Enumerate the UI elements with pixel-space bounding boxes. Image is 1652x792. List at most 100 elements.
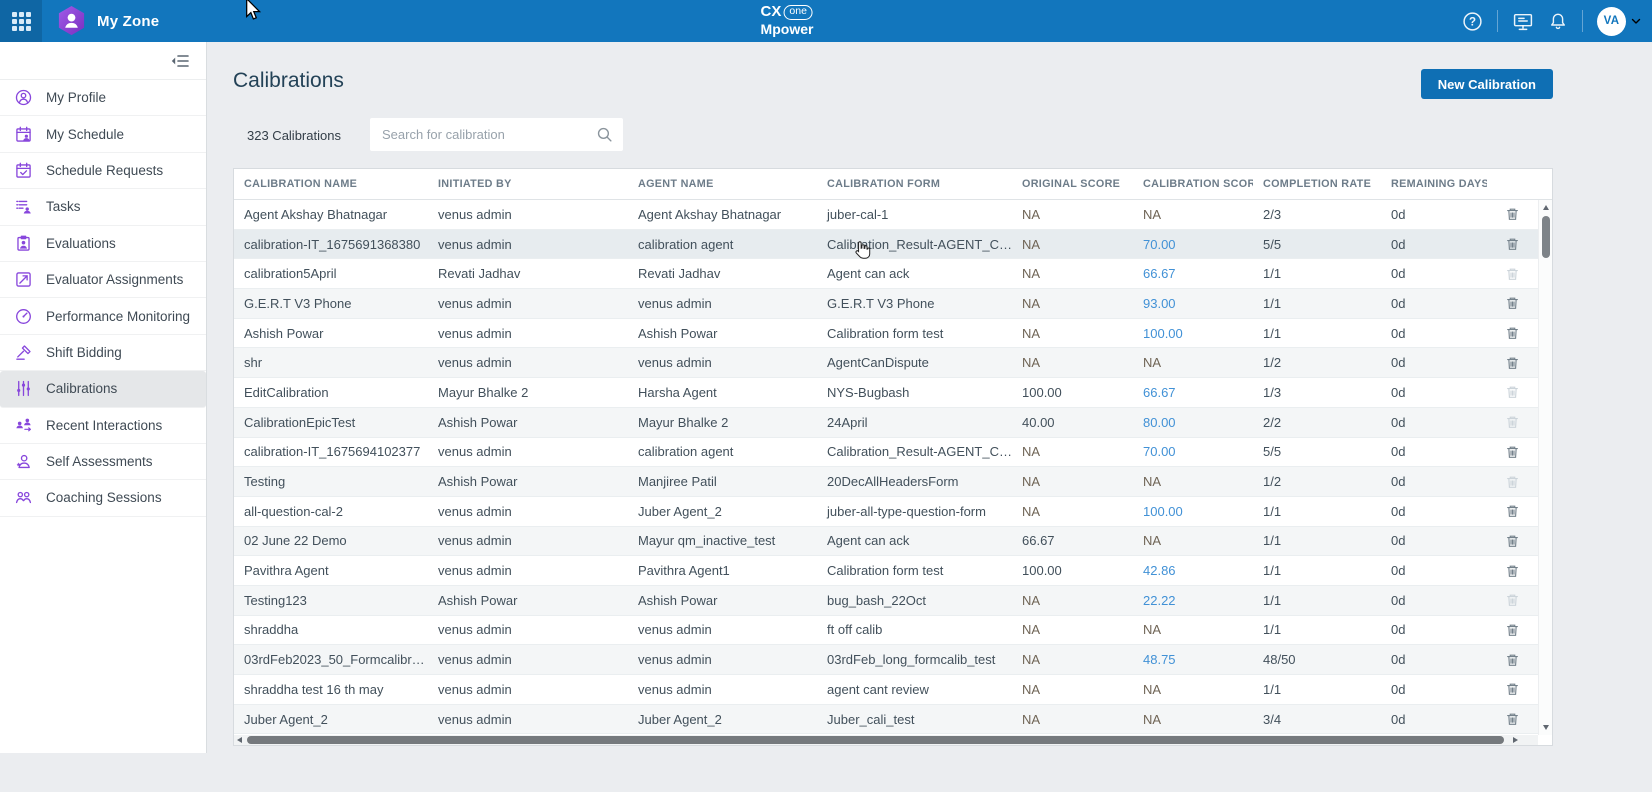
sidebar-item-evaluations[interactable]: Evaluations	[0, 226, 206, 262]
table-row[interactable]: 03rdFeb2023_50_Formcalibratio...venus ad…	[234, 645, 1538, 675]
vertical-scroll-thumb[interactable]	[1542, 216, 1550, 258]
delete-calibration-icon[interactable]	[1503, 323, 1522, 343]
cell-calibration-form: 20DecAllHeadersForm	[817, 474, 1012, 489]
cell-name: shraddha	[234, 622, 428, 637]
cell-calibration-form: 03rdFeb_long_formcalib_test	[817, 652, 1012, 667]
delete-calibration-icon[interactable]	[1503, 353, 1522, 373]
my-zone-logo-icon	[56, 5, 87, 38]
sidebar-item-recent-interactions[interactable]: Recent Interactions	[0, 408, 206, 444]
table-row[interactable]: shrvenus adminvenus adminAgentCanDispute…	[234, 348, 1538, 378]
gauge-icon	[15, 308, 33, 325]
delete-calibration-icon[interactable]	[1503, 501, 1522, 521]
cell-agent-name: Agent Akshay Bhatnagar	[628, 207, 817, 222]
delete-calibration-icon[interactable]	[1503, 620, 1522, 640]
horizontal-scroll-thumb[interactable]	[247, 736, 1504, 744]
sidebar-item-schedule-requests[interactable]: Schedule Requests	[0, 153, 206, 189]
delete-calibration-icon[interactable]	[1503, 679, 1522, 699]
cell-actions	[1487, 650, 1538, 670]
table-row[interactable]: Pavithra Agentvenus adminPavithra Agent1…	[234, 556, 1538, 586]
user-menu[interactable]: VA	[1597, 7, 1642, 36]
cell-calibration-score[interactable]: 100.00	[1133, 326, 1253, 341]
table-row[interactable]: CalibrationEpicTestAshish PowarMayur Bha…	[234, 408, 1538, 438]
cell-calibration-score[interactable]: 48.75	[1133, 652, 1253, 667]
scroll-down-arrow[interactable]	[1543, 725, 1549, 730]
table-row[interactable]: Agent Akshay Bhatnagarvenus adminAgent A…	[234, 200, 1538, 230]
table-row[interactable]: shraddhavenus adminvenus adminft off cal…	[234, 616, 1538, 646]
delete-calibration-icon[interactable]	[1503, 234, 1522, 254]
collapse-sidebar-icon[interactable]	[170, 53, 190, 69]
delete-calibration-icon[interactable]	[1503, 442, 1522, 462]
cell-actions	[1487, 353, 1538, 373]
page-title: Calibrations	[233, 69, 344, 93]
sidebar-item-evaluator-assignments[interactable]: Evaluator Assignments	[0, 262, 206, 298]
cell-name: shr	[234, 355, 428, 370]
sidebar-item-coaching-sessions[interactable]: Coaching Sessions	[0, 480, 206, 516]
table-row[interactable]: Ashish Powarvenus adminAshish PowarCalib…	[234, 319, 1538, 349]
cell-calibration-form: Calibration form test	[817, 326, 1012, 341]
table-row[interactable]: calibration-IT_1675691368380venus adminc…	[234, 230, 1538, 260]
help-icon[interactable]: ?	[1462, 11, 1483, 32]
top-bar: My Zone CXone Mpower ? VA	[0, 0, 1652, 42]
delete-calibration-icon[interactable]	[1503, 531, 1522, 551]
sidebar-item-self-assessments[interactable]: Self Assessments	[0, 444, 206, 480]
table-row[interactable]: calibration5AprilRevati JadhavRevati Jad…	[234, 259, 1538, 289]
cell-calibration-score[interactable]: 42.86	[1133, 563, 1253, 578]
table-row[interactable]: all-question-cal-2venus adminJuber Agent…	[234, 497, 1538, 527]
cell-calibration-score[interactable]: 70.00	[1133, 444, 1253, 459]
cell-actions	[1487, 293, 1538, 313]
delete-calibration-icon[interactable]	[1503, 709, 1522, 729]
new-calibration-button[interactable]: New Calibration	[1421, 69, 1553, 99]
notifications-bell-icon[interactable]	[1548, 11, 1568, 32]
search-icon[interactable]	[596, 126, 623, 143]
column-header-agent-name[interactable]: AGENT NAME	[628, 178, 817, 190]
column-header-completion-rate[interactable]: COMPLETION RATE	[1253, 178, 1381, 190]
cell-calibration-score[interactable]: 66.67	[1133, 266, 1253, 281]
cell-remaining-days: 0d	[1381, 474, 1487, 489]
brand-cx: CX	[761, 4, 782, 21]
table-row[interactable]: Testing123Ashish PowarAshish Powarbug_ba…	[234, 586, 1538, 616]
cell-calibration-score[interactable]: 22.22	[1133, 593, 1253, 608]
search-input[interactable]	[370, 127, 596, 142]
cell-name: Testing123	[234, 593, 428, 608]
table-row[interactable]: G.E.R.T V3 Phonevenus adminvenus adminG.…	[234, 289, 1538, 319]
sidebar-item-calibrations[interactable]: Calibrations	[0, 371, 206, 407]
cell-calibration-score[interactable]: 80.00	[1133, 415, 1253, 430]
sidebar-item-my-schedule[interactable]: My Schedule	[0, 116, 206, 152]
sidebar-item-shift-bidding[interactable]: Shift Bidding	[0, 335, 206, 371]
cell-original-score: NA	[1012, 593, 1133, 608]
cell-calibration-score[interactable]: 70.00	[1133, 237, 1253, 252]
sidebar-item-tasks[interactable]: Tasks	[0, 189, 206, 225]
horizontal-scrollbar[interactable]	[234, 735, 1538, 745]
sidebar-item-performance-monitoring[interactable]: Performance Monitoring	[0, 298, 206, 334]
column-header-initiated-by[interactable]: INITIATED BY	[428, 178, 628, 190]
table-row[interactable]: TestingAshish PowarManjiree Patil20DecAl…	[234, 467, 1538, 497]
cell-name: 02 June 22 Demo	[234, 533, 428, 548]
cell-calibration-score[interactable]: 100.00	[1133, 504, 1253, 519]
cell-calibration-score[interactable]: 66.67	[1133, 385, 1253, 400]
delete-calibration-icon[interactable]	[1503, 650, 1522, 670]
table-row[interactable]: Juber Agent_2venus adminJuber Agent_2Jub…	[234, 705, 1538, 735]
column-header-calibration-form[interactable]: CALIBRATION FORM	[817, 178, 1012, 190]
table-row[interactable]: EditCalibrationMayur Bhalke 2Harsha Agen…	[234, 378, 1538, 408]
table-row[interactable]: 02 June 22 Demovenus adminMayur qm_inact…	[234, 527, 1538, 557]
cell-remaining-days: 0d	[1381, 207, 1487, 222]
delete-calibration-icon[interactable]	[1503, 204, 1522, 224]
cell-remaining-days: 0d	[1381, 593, 1487, 608]
vertical-scrollbar[interactable]	[1538, 200, 1552, 735]
scroll-up-arrow[interactable]	[1543, 205, 1549, 210]
cell-calibration-score[interactable]: 93.00	[1133, 296, 1253, 311]
column-header-calibration-name[interactable]: CALIBRATION NAME	[234, 178, 428, 190]
column-header-original-score[interactable]: ORIGINAL SCORE	[1012, 178, 1133, 190]
delete-calibration-icon[interactable]	[1503, 293, 1522, 313]
scroll-left-arrow[interactable]	[237, 737, 242, 743]
column-header-calibration-score[interactable]: CALIBRATION SCORE	[1133, 178, 1253, 190]
column-header-remaining-days[interactable]: REMAINING DAYS	[1381, 178, 1487, 190]
table-row[interactable]: calibration-IT_1675694102377venus adminc…	[234, 438, 1538, 468]
sidebar-item-my-profile[interactable]: My Profile	[0, 80, 206, 116]
app-title: My Zone	[97, 13, 159, 30]
training-screen-icon[interactable]	[1512, 11, 1534, 32]
delete-calibration-icon[interactable]	[1503, 561, 1522, 581]
app-launcher-button[interactable]	[0, 0, 42, 42]
table-row[interactable]: shraddha test 16 th mayvenus adminvenus …	[234, 675, 1538, 705]
scroll-right-arrow[interactable]	[1513, 737, 1518, 743]
